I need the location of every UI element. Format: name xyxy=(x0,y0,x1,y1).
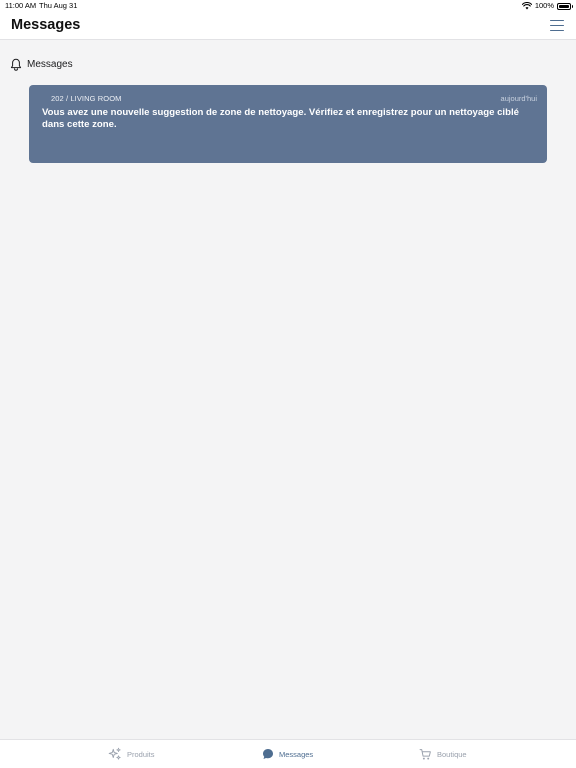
tab-bar: Produits Messages Boutique xyxy=(0,739,576,768)
wifi-icon xyxy=(521,2,532,10)
tab-label: Messages xyxy=(279,749,314,759)
bell-icon xyxy=(10,58,22,71)
message-location: 202 / LIVING ROOM xyxy=(51,94,122,103)
navigation-bar: Messages xyxy=(0,12,576,40)
message-card[interactable]: 202 / LIVING ROOM aujourd'hui Vous avez … xyxy=(29,85,547,163)
status-date: Thu Aug 31 xyxy=(39,1,78,10)
message-text: Vous avez une nouvelle suggestion de zon… xyxy=(42,107,519,130)
menu-line xyxy=(550,29,564,31)
tab-label: Produits xyxy=(127,749,155,759)
battery-icon xyxy=(557,2,573,10)
tab-boutique[interactable]: Boutique xyxy=(419,747,467,761)
menu-line xyxy=(550,20,564,22)
tab-produits[interactable]: Produits xyxy=(108,747,155,761)
section-title: Messages xyxy=(27,58,73,70)
message-date: aujourd'hui xyxy=(500,94,537,103)
menu-line xyxy=(550,24,564,27)
tab-messages[interactable]: Messages xyxy=(262,747,313,761)
battery-fill xyxy=(559,4,569,8)
battery-percent: 100% xyxy=(534,1,554,10)
chat-bubble-icon xyxy=(263,749,273,759)
tab-label: Boutique xyxy=(437,749,467,759)
messages-section-header: Messages xyxy=(10,57,73,71)
sparkles-icon xyxy=(108,747,121,760)
status-time: 11:00 AM xyxy=(5,1,37,10)
hamburger-menu-icon[interactable] xyxy=(550,20,564,31)
status-bar: 11:00 AM Thu Aug 31 100% xyxy=(0,0,576,12)
cart-icon xyxy=(419,748,431,759)
page-title: Messages xyxy=(11,17,81,33)
status-indicators: 100% xyxy=(521,0,573,12)
